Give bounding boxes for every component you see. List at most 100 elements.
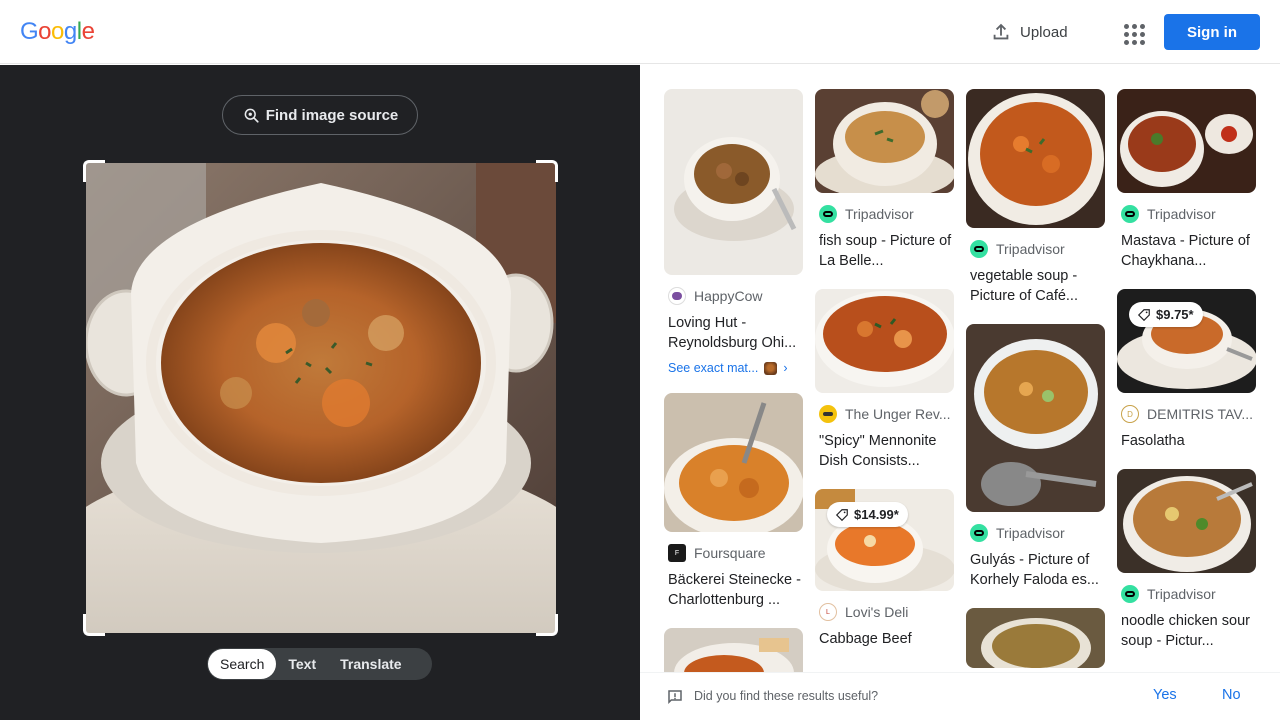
result-thumbnail[interactable] xyxy=(815,89,954,193)
result-source-name: Tripadvisor xyxy=(996,525,1065,541)
sign-in-button[interactable]: Sign in xyxy=(1164,14,1260,50)
feedback-no-button[interactable]: No xyxy=(1222,687,1241,703)
result-thumbnail[interactable]: $9.75* xyxy=(1117,289,1256,393)
result-source-name: Foursquare xyxy=(694,545,766,561)
crop-handle-top-right[interactable] xyxy=(536,160,558,182)
result-source-name: Tripadvisor xyxy=(1147,206,1216,222)
tab-translate[interactable]: Translate xyxy=(328,649,413,679)
unger-review-favicon xyxy=(819,405,837,423)
result-source-name: Tripadvisor xyxy=(996,241,1065,257)
tripadvisor-favicon xyxy=(970,524,988,542)
price-tag: $14.99* xyxy=(827,502,908,527)
top-bar: Google Upload Sign in xyxy=(0,0,1280,64)
result-source: D DEMITRIS TAV... xyxy=(1117,405,1256,423)
happycow-favicon xyxy=(668,287,686,305)
logo-letter: o xyxy=(38,18,52,45)
feedback-bar: Did you find these results useful? Yes N… xyxy=(640,672,1280,720)
result-card[interactable] xyxy=(966,608,1105,668)
result-thumbnail[interactable] xyxy=(966,324,1105,512)
result-title[interactable]: vegetable soup - Picture of Café... xyxy=(966,266,1105,306)
result-card[interactable]: Tripadvisor vegetable soup - Picture of … xyxy=(966,89,1105,306)
crop-handle-top-left[interactable] xyxy=(83,160,105,182)
result-source: The Unger Rev... xyxy=(815,405,954,423)
result-title[interactable]: noodle chicken sour soup - Pictur... xyxy=(1117,611,1256,651)
result-card[interactable]: Tripadvisor Mastava - Picture of Chaykha… xyxy=(1117,89,1256,271)
result-title[interactable]: Loving Hut - Reynoldsburg Ohi... xyxy=(664,313,803,353)
google-logo[interactable]: Google xyxy=(20,18,95,46)
price-tag: $9.75* xyxy=(1129,302,1203,327)
apps-grid-icon[interactable] xyxy=(1119,19,1145,45)
result-card[interactable]: Tripadvisor noodle chicken sour soup - P… xyxy=(1117,469,1256,651)
search-mode-tabs: Search Text Translate xyxy=(207,648,432,680)
result-source-name: Tripadvisor xyxy=(1147,586,1216,602)
price-value: $14.99* xyxy=(854,507,899,522)
result-source-name: Tripadvisor xyxy=(845,206,914,222)
result-source: Tripadvisor xyxy=(966,524,1105,542)
feedback-question: Did you find these results useful? xyxy=(694,689,879,703)
logo-letter: o xyxy=(51,18,64,45)
logo-letter: e xyxy=(81,18,95,45)
result-title[interactable]: Fasolatha xyxy=(1117,431,1256,451)
result-title[interactable]: fish soup - Picture of La Belle... xyxy=(815,231,954,271)
see-exact-matches-link[interactable]: See exact mat... › xyxy=(664,361,803,375)
result-card[interactable]: $9.75* D DEMITRIS TAV... Fasolatha xyxy=(1117,289,1256,451)
feedback-icon xyxy=(668,690,682,705)
tripadvisor-favicon xyxy=(1121,585,1139,603)
tab-search[interactable]: Search xyxy=(208,649,277,679)
result-thumbnail[interactable]: $14.99* xyxy=(815,489,954,591)
result-source: HappyCow xyxy=(664,287,803,305)
result-thumbnail[interactable] xyxy=(664,393,803,532)
result-title[interactable]: "Spicy" Mennonite Dish Consists... xyxy=(815,431,954,471)
result-title[interactable]: Bäckerei Steinecke - Charlottenburg ... xyxy=(664,570,803,610)
find-image-source-button[interactable]: Find image source xyxy=(222,95,418,135)
result-source: Tripadvisor xyxy=(966,240,1105,258)
result-source-name: The Unger Rev... xyxy=(845,406,951,422)
result-source: L Lovi's Deli xyxy=(815,603,954,621)
tag-icon xyxy=(835,508,848,521)
crop-handle-bottom-left[interactable] xyxy=(83,614,105,636)
upload-icon xyxy=(993,23,1009,40)
result-source: F Foursquare xyxy=(664,544,803,562)
result-title[interactable]: Mastava - Picture of Chaykhana... xyxy=(1117,231,1256,271)
result-title[interactable]: Gulyás - Picture of Korhely Faloda es... xyxy=(966,550,1105,590)
result-thumbnail[interactable] xyxy=(966,608,1105,668)
find-image-source-label: Find image source xyxy=(265,106,399,124)
feedback-yes-button[interactable]: Yes xyxy=(1153,687,1177,703)
result-thumbnail[interactable] xyxy=(966,89,1105,228)
result-source: Tripadvisor xyxy=(1117,585,1256,603)
tag-icon xyxy=(1137,308,1150,321)
result-card[interactable]: Tripadvisor Gulyás - Picture of Korhely … xyxy=(966,324,1105,590)
result-card[interactable]: F Foursquare Bäckerei Steinecke - Charlo… xyxy=(664,393,803,610)
result-card[interactable]: HappyCow Loving Hut - Reynoldsburg Ohi..… xyxy=(664,89,803,375)
result-card[interactable]: $14.99* L Lovi's Deli Cabbage Beef xyxy=(815,489,954,649)
visual-matches-panel: HappyCow Loving Hut - Reynoldsburg Ohi..… xyxy=(640,65,1280,720)
result-title[interactable]: Cabbage Beef xyxy=(815,629,954,649)
exact-match-thumbnail xyxy=(764,361,778,375)
result-thumbnail[interactable] xyxy=(1117,469,1256,573)
lovis-deli-favicon: L xyxy=(819,603,837,621)
demitris-tavern-favicon: D xyxy=(1121,405,1139,423)
result-thumbnail[interactable] xyxy=(664,89,803,275)
price-value: $9.75* xyxy=(1156,307,1194,322)
crop-handle-bottom-right[interactable] xyxy=(536,614,558,636)
tripadvisor-favicon xyxy=(819,205,837,223)
result-source: Tripadvisor xyxy=(815,205,954,223)
result-thumbnail[interactable] xyxy=(815,289,954,393)
chevron-right-icon: › xyxy=(783,361,788,375)
query-image-panel: Find image source Search Text Translate xyxy=(0,65,640,720)
foursquare-favicon: F xyxy=(668,544,686,562)
tab-text[interactable]: Text xyxy=(276,649,328,679)
result-source-name: DEMITRIS TAV... xyxy=(1147,406,1254,422)
tripadvisor-favicon xyxy=(1121,205,1139,223)
result-source-name: HappyCow xyxy=(694,288,763,304)
result-card[interactable]: Tripadvisor fish soup - Picture of La Be… xyxy=(815,89,954,271)
lens-search-icon xyxy=(244,108,259,123)
upload-button[interactable]: Upload xyxy=(990,20,1068,44)
upload-label: Upload xyxy=(1020,23,1068,41)
result-card[interactable]: The Unger Rev... "Spicy" Mennonite Dish … xyxy=(815,289,954,471)
result-source: Tripadvisor xyxy=(1117,205,1256,223)
result-source-name: Lovi's Deli xyxy=(845,604,909,620)
result-thumbnail[interactable] xyxy=(1117,89,1256,193)
logo-letter: G xyxy=(20,18,39,45)
query-image-soup[interactable] xyxy=(86,163,556,633)
